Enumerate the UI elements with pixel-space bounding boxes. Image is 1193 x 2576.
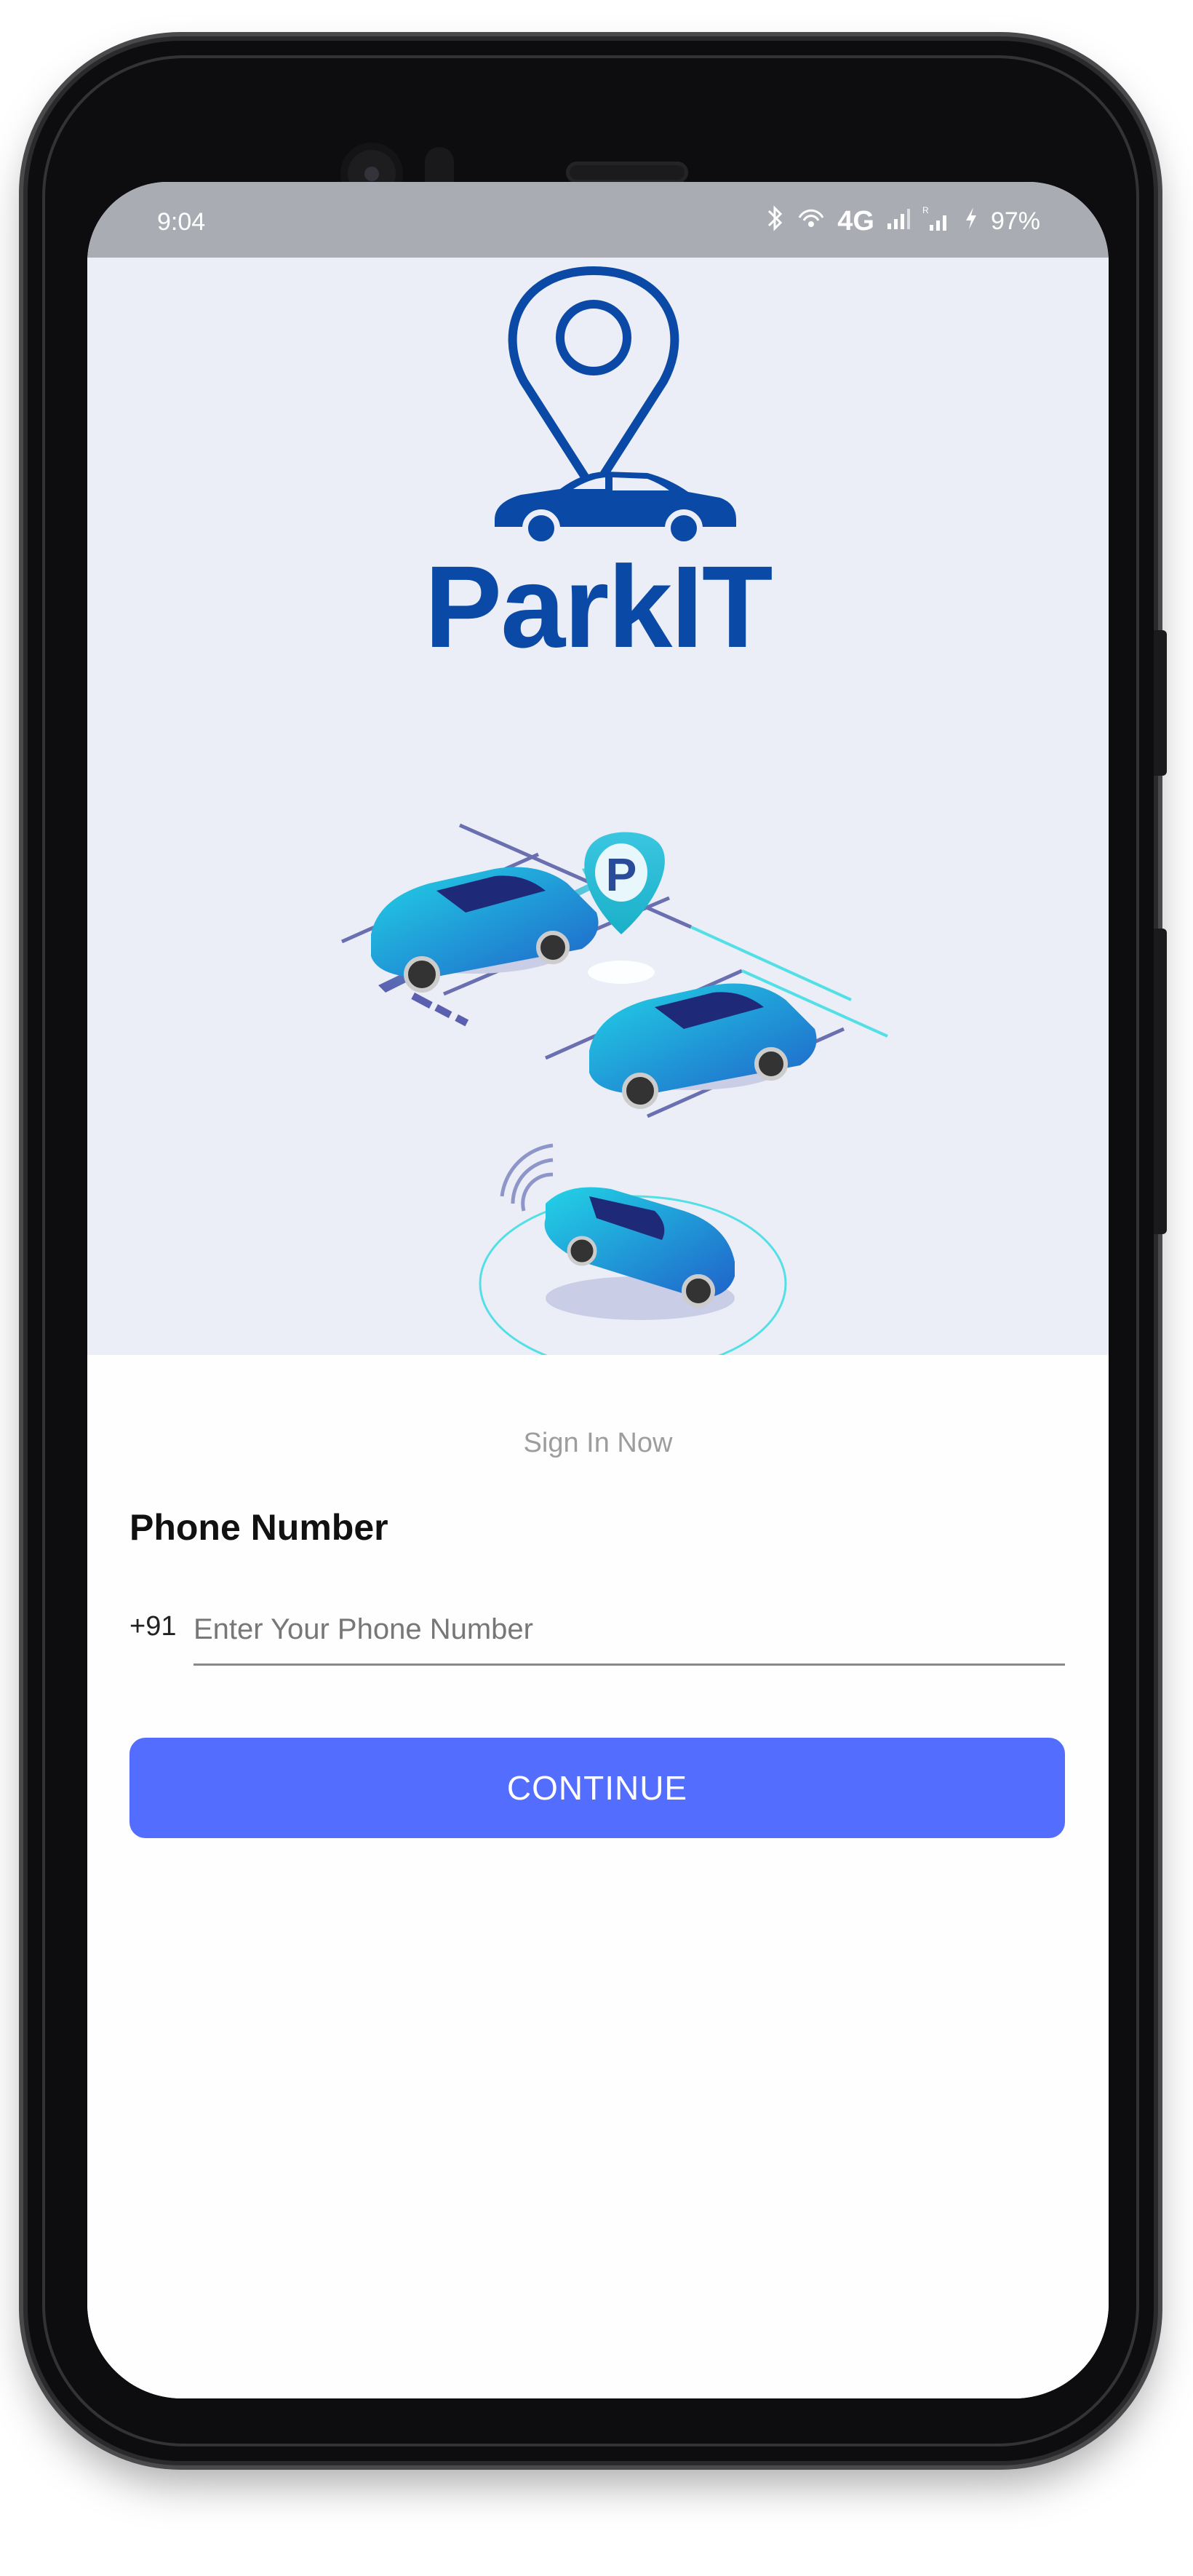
- app-screen: 9:04 4G R 97% ParkIT P Sign In Now Phone…: [87, 182, 1109, 2398]
- phone-number-input[interactable]: [193, 1595, 1065, 1666]
- phone-number-label: Phone Number: [129, 1507, 388, 1548]
- continue-button[interactable]: CONTINUE: [129, 1738, 1065, 1838]
- sign-in-subtitle: Sign In Now: [523, 1428, 673, 1458]
- bluetooth-icon: [766, 204, 785, 239]
- parking-pin: P: [584, 832, 665, 984]
- svg-text:R: R: [922, 205, 929, 215]
- status-bar: 9:04 4G R 97%: [87, 182, 1109, 258]
- parking-illustration: P: [340, 823, 888, 1355]
- hero-banner: ParkIT P: [87, 258, 1109, 1355]
- status-icons: 4G R 97%: [766, 204, 1040, 239]
- battery-percent: 97%: [990, 207, 1040, 235]
- charging-icon: [963, 206, 979, 237]
- hotspot-icon: [797, 206, 826, 237]
- roaming-signal-icon: R: [922, 204, 951, 239]
- network-type: 4G: [837, 206, 874, 236]
- volume-button: [1154, 630, 1167, 776]
- status-time: 9:04: [157, 208, 206, 236]
- power-button: [1154, 929, 1167, 1234]
- country-code-prefix: +91: [129, 1611, 177, 1642]
- sign-in-form: Sign In Now Phone Number +91 CONTINUE: [87, 1355, 1109, 2398]
- svg-text:P: P: [606, 848, 637, 901]
- signal-icon: [886, 206, 911, 237]
- earpiece-speaker: [566, 162, 688, 183]
- car-1: [371, 867, 599, 993]
- car-2: [589, 983, 817, 1109]
